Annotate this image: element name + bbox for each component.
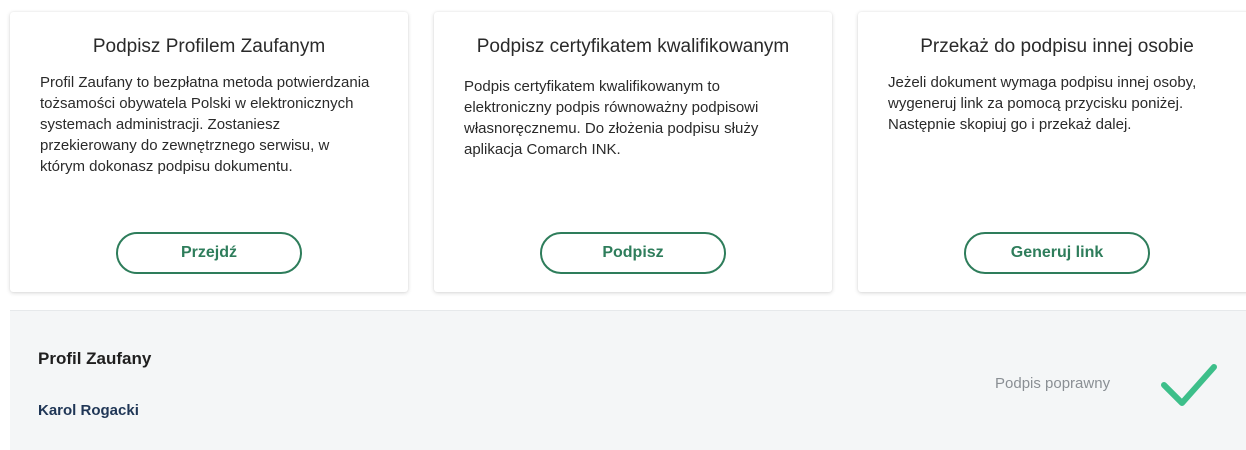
card-title: Podpisz Profilem Zaufanym [92, 36, 326, 57]
card-title: Podpisz certyfikatem kwalifikowanym [476, 36, 790, 57]
card-delegate-signature: Przekaż do podpisu innej osobie Jeżeli d… [858, 12, 1246, 292]
signature-status-panel: Profil Zaufany Karol Rogacki Podpis popr… [10, 310, 1246, 450]
signature-method: Profil Zaufany [38, 349, 152, 368]
card-description: Jeżeli dokument wymaga podpisu innej oso… [888, 74, 1197, 133]
card-trusted-profile: Podpisz Profilem Zaufanym Profil Zaufany… [10, 12, 408, 292]
go-to-trusted-profile-button[interactable]: Przejdź [116, 232, 302, 274]
generate-link-button[interactable]: Generuj link [964, 232, 1150, 274]
card-qualified-certificate: Podpisz certyfikatem kwalifikowanym Podp… [434, 12, 832, 292]
card-description: Profil Zaufany to bezpłatna metoda potwi… [40, 74, 370, 175]
check-icon [1161, 364, 1217, 406]
signature-status-text: Podpis poprawny [995, 375, 1111, 392]
card-description: Podpis certyfikatem kwalifikowanym to el… [464, 78, 759, 158]
card-title: Przekaż do podpisu innej osobie [920, 36, 1194, 57]
sign-certificate-button[interactable]: Podpisz [540, 232, 726, 274]
signer-name: Karol Rogacki [38, 402, 139, 419]
signing-options: Podpisz Profilem Zaufanym Profil Zaufany… [0, 0, 1246, 310]
